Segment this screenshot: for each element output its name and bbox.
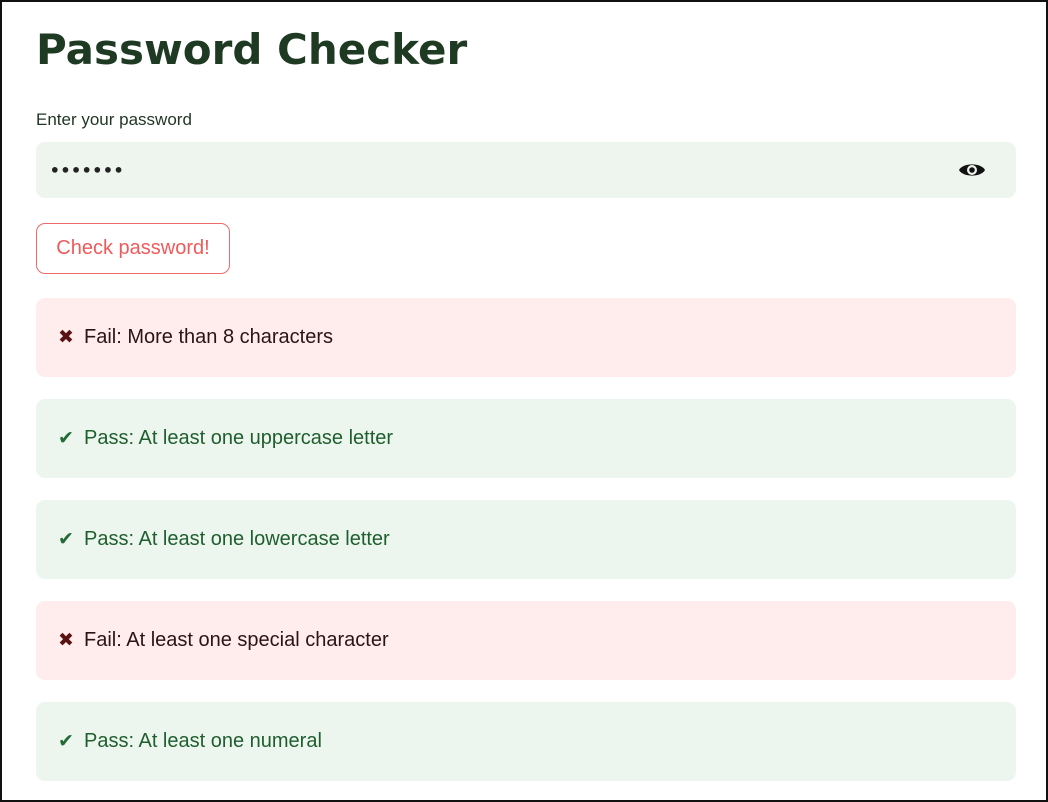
password-input[interactable] (50, 142, 930, 198)
check-password-button[interactable]: Check password! (36, 223, 230, 274)
password-field (36, 142, 1016, 198)
check-icon: ✔ (58, 731, 74, 752)
cross-icon: ✖ (58, 630, 74, 651)
check-icon: ✔ (58, 428, 74, 449)
result-text: Fail: More than 8 characters (84, 326, 333, 348)
password-field-label: Enter your password (36, 110, 192, 129)
eye-icon[interactable] (958, 160, 986, 180)
result-uppercase-letter: ✔ Pass: At least one uppercase letter (36, 399, 1016, 478)
page-title: Password Checker (36, 25, 468, 74)
result-text: Fail: At least one special character (84, 629, 389, 651)
app-frame: Password Checker Enter your password Che… (0, 0, 1048, 802)
eye-icon-graphic (959, 164, 985, 176)
result-text: Pass: At least one lowercase letter (84, 528, 390, 550)
result-numeral: ✔ Pass: At least one numeral (36, 702, 1016, 781)
result-lowercase-letter: ✔ Pass: At least one lowercase letter (36, 500, 1016, 579)
check-icon: ✔ (58, 529, 74, 550)
result-text: Pass: At least one numeral (84, 730, 322, 752)
result-text: Pass: At least one uppercase letter (84, 427, 394, 449)
result-more-than-8-characters: ✖ Fail: More than 8 characters (36, 298, 1016, 377)
cross-icon: ✖ (58, 327, 74, 348)
result-special-character: ✖ Fail: At least one special character (36, 601, 1016, 680)
